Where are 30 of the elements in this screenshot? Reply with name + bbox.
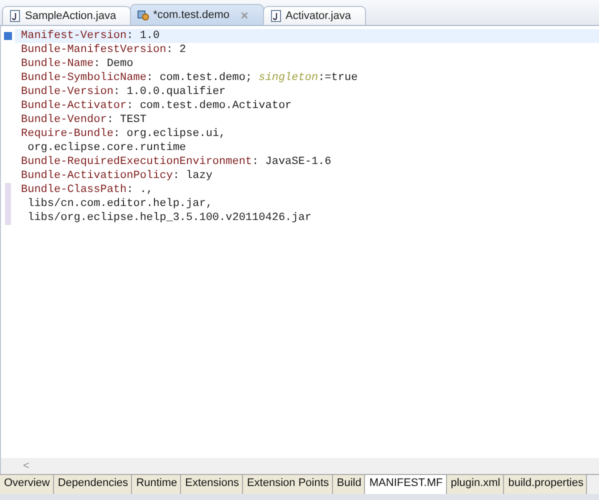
- page-tab[interactable]: Runtime: [132, 475, 182, 494]
- code-line: libs/org.eclipse.help_3.5.100.v20110426.jar: [26, 212, 312, 224]
- page-tab[interactable]: Overview: [0, 475, 54, 494]
- page-tab[interactable]: MANIFEST.MF: [365, 475, 447, 494]
- java-file-icon: [270, 10, 282, 22]
- page-tab[interactable]: build.properties: [504, 475, 588, 494]
- code-line: org.eclipse.core.runtime: [26, 142, 186, 154]
- code-line: Bundle-Version: 1.0.0.qualifier: [21, 86, 226, 98]
- code-line: Bundle-Activator: com.test.demo.Activator: [21, 100, 292, 112]
- code-line: libs/cn.com.editor.help.jar,: [26, 198, 212, 210]
- code-line: Bundle-ActivationPolicy: lazy: [21, 170, 212, 182]
- page-tab[interactable]: Dependencies: [54, 475, 132, 494]
- close-icon[interactable]: [240, 10, 249, 20]
- code-line: Bundle-ClassPath: .,: [21, 184, 154, 196]
- editor-tab[interactable]: Activator.java: [262, 6, 366, 25]
- editor-tab[interactable]: *com.test.demo: [130, 4, 264, 25]
- code-line: Bundle-SymbolicName: com.test.demo; singleton:=true: [21, 72, 358, 84]
- page-tab[interactable]: Extensions: [181, 475, 243, 494]
- page-tab[interactable]: plugin.xml: [446, 475, 504, 494]
- code-line: Bundle-ManifestVersion: 2: [21, 44, 186, 56]
- code-line: Bundle-RequiredExecutionEnvironment: JavaSE-1.6: [21, 156, 332, 168]
- code-line: Bundle-Vendor: TEST: [21, 114, 146, 126]
- page-tab[interactable]: Extension Points: [242, 475, 333, 494]
- code-line: Manifest-Version: 1.0: [21, 30, 160, 42]
- code-line: Require-Bundle: org.eclipse.ui,: [21, 128, 226, 140]
- java-file-icon: [9, 10, 21, 22]
- page-tab[interactable]: Build: [332, 475, 366, 494]
- editor-tab[interactable]: SampleAction.java: [2, 6, 132, 25]
- plugin-icon: [137, 9, 150, 21]
- code-line: Bundle-Name: Demo: [21, 58, 134, 70]
